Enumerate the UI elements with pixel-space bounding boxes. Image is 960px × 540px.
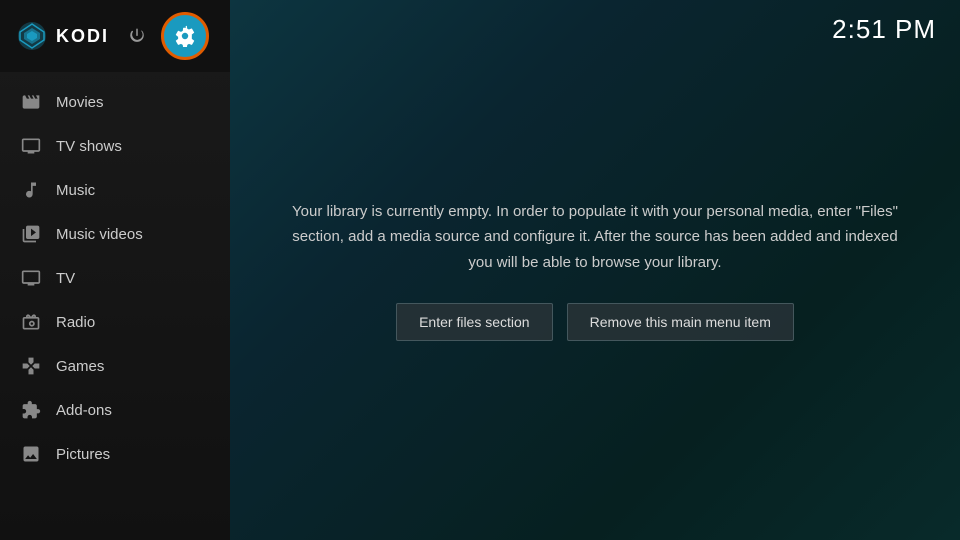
games-icon [20, 355, 42, 377]
sidebar-item-games-label: Games [56, 358, 104, 375]
sidebar-item-movies[interactable]: Movies [0, 80, 230, 124]
content-center: Your library is currently empty. In orde… [230, 0, 960, 540]
sidebar-item-addons-label: Add-ons [56, 402, 112, 419]
sidebar-item-pictures-label: Pictures [56, 446, 110, 463]
kodi-logo: KODI [16, 20, 109, 52]
time-display: 2:51 PM [832, 14, 936, 45]
sidebar: KODI [0, 0, 230, 540]
kodi-label: KODI [56, 26, 109, 47]
enter-files-section-button[interactable]: Enter files section [396, 303, 553, 341]
library-message: Your library is currently empty. In orde… [290, 199, 900, 276]
sidebar-item-music-videos[interactable]: Music videos [0, 212, 230, 256]
radio-icon [20, 311, 42, 333]
sidebar-item-pictures[interactable]: Pictures [0, 432, 230, 476]
sidebar-item-games[interactable]: Games [0, 344, 230, 388]
tv-icon [20, 267, 42, 289]
tv-shows-icon [20, 135, 42, 157]
sidebar-item-music-label: Music [56, 182, 95, 199]
action-buttons: Enter files section Remove this main men… [396, 303, 794, 341]
addons-icon [20, 399, 42, 421]
sidebar-item-tv[interactable]: TV [0, 256, 230, 300]
remove-main-menu-item-button[interactable]: Remove this main menu item [567, 303, 794, 341]
power-icon [128, 27, 146, 45]
sidebar-item-music-videos-label: Music videos [56, 226, 143, 243]
top-bar: KODI [0, 0, 230, 72]
music-icon [20, 179, 42, 201]
music-videos-icon [20, 223, 42, 245]
app-layout: KODI [0, 0, 960, 540]
settings-icon [174, 25, 196, 47]
main-content: 2:51 PM Your library is currently empty.… [230, 0, 960, 540]
sidebar-item-radio[interactable]: Radio [0, 300, 230, 344]
sidebar-item-tv-shows[interactable]: TV shows [0, 124, 230, 168]
sidebar-item-tv-label: TV [56, 270, 75, 287]
sidebar-item-music[interactable]: Music [0, 168, 230, 212]
movies-icon [20, 91, 42, 113]
sidebar-item-addons[interactable]: Add-ons [0, 388, 230, 432]
nav-menu: Movies TV shows Music Music videos [0, 72, 230, 540]
sidebar-item-movies-label: Movies [56, 94, 104, 111]
settings-button[interactable] [161, 12, 209, 60]
power-button[interactable] [123, 22, 151, 50]
sidebar-item-radio-label: Radio [56, 314, 95, 331]
sidebar-item-tv-shows-label: TV shows [56, 138, 122, 155]
kodi-icon [16, 20, 48, 52]
pictures-icon [20, 443, 42, 465]
